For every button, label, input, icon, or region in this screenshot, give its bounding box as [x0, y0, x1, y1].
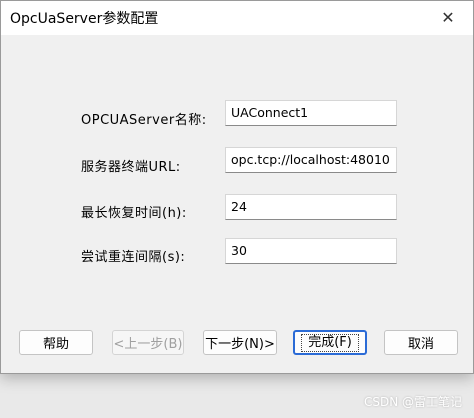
title-bar[interactable]: OpcUaServer参数配置 ✕: [1, 1, 473, 35]
reconnect-interval-label: 尝试重连间隔(s):: [81, 250, 186, 265]
endpoint-url-label: 服务器终端URL:: [81, 160, 181, 175]
back-button[interactable]: <上一步(B): [112, 330, 184, 355]
reconnect-interval-input[interactable]: 30: [225, 238, 397, 264]
window-title: OpcUaServer参数配置: [10, 11, 159, 27]
help-button[interactable]: 帮助: [19, 330, 93, 355]
server-name-input[interactable]: UAConnect1: [225, 100, 397, 126]
finish-button-label: 完成(F): [301, 333, 359, 352]
finish-button[interactable]: 完成(F): [293, 330, 367, 355]
dialog-window: OpcUaServer参数配置 ✕ OPCUAServer名称: UAConne…: [0, 0, 474, 374]
settings-panel: [19, 47, 457, 309]
close-icon[interactable]: ✕: [437, 6, 459, 28]
endpoint-url-input[interactable]: opc.tcp://localhost:48010: [225, 147, 397, 173]
max-recovery-time-input[interactable]: 24: [225, 194, 397, 220]
server-name-label: OPCUAServer名称:: [81, 113, 207, 128]
cancel-button[interactable]: 取消: [384, 330, 458, 355]
watermark-text: CSDN @雷工笔记: [363, 395, 462, 409]
next-button[interactable]: 下一步(N)>: [203, 330, 277, 355]
max-recovery-time-label: 最长恢复时间(h):: [81, 206, 187, 221]
